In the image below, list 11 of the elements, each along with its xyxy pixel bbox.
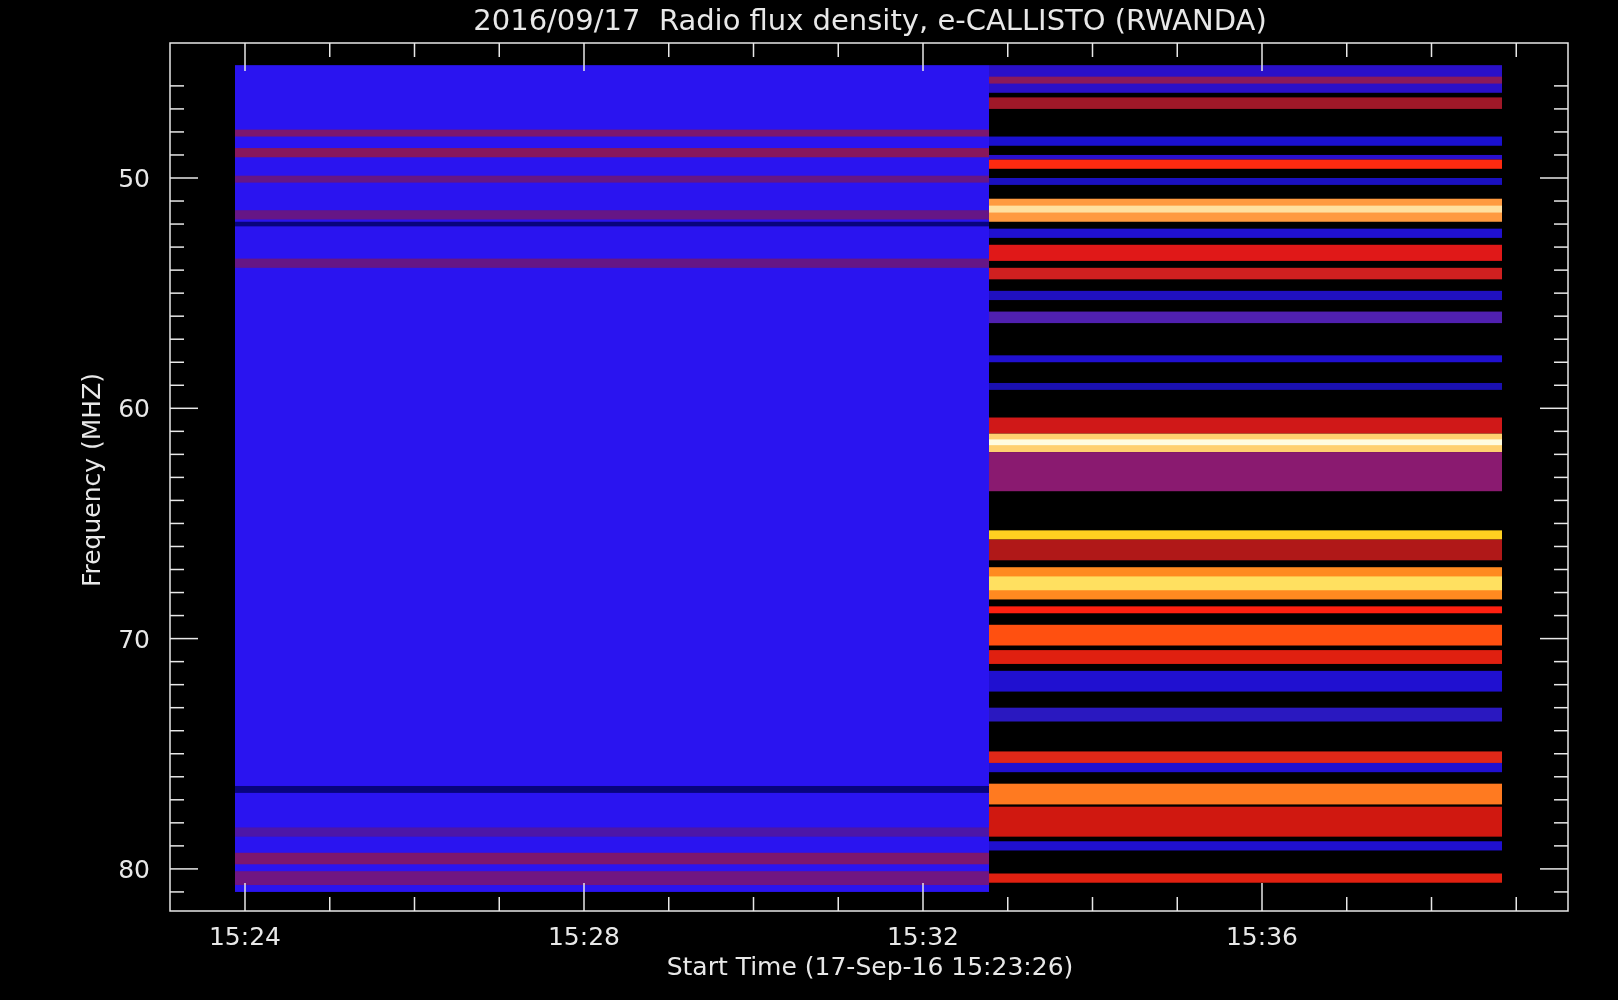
chart-title: 2016/09/17 Radio flux density, e-CALLISTO (RWANDA) (473, 3, 1267, 37)
x-tick-label: 15:28 (548, 922, 620, 951)
y-tick-label: 50 (118, 164, 150, 193)
y-tick-label: 80 (118, 854, 150, 884)
x-tick-label: 15:32 (887, 922, 959, 951)
y-tick-label: 70 (118, 624, 150, 654)
y-tick-label: 60 (118, 394, 150, 424)
x-tick-label: 15:36 (1226, 922, 1298, 951)
y-axis-label: Frequency (MHZ) (77, 372, 106, 588)
x-tick-label: 15:24 (209, 922, 281, 951)
x-axis-label: Start Time (17-Sep-16 15:23:26) (666, 952, 1074, 981)
